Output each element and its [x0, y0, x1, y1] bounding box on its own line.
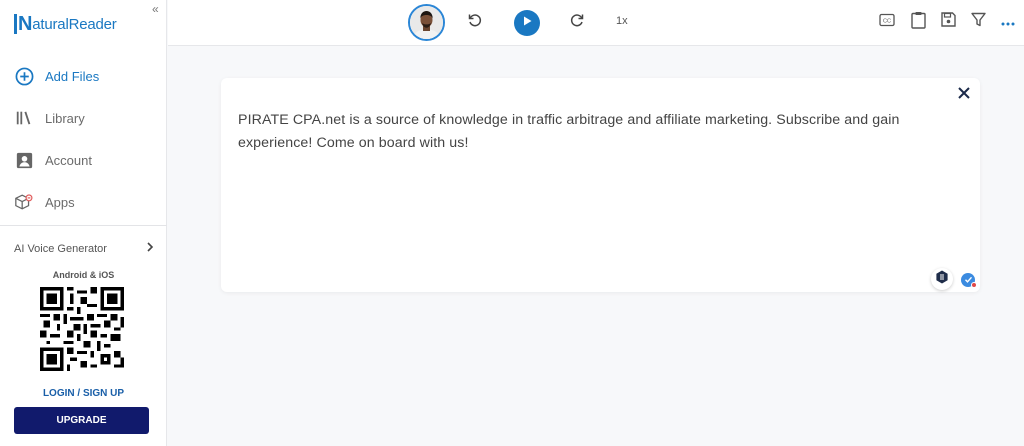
- platform-label: Android & iOS: [52, 270, 115, 280]
- sidebar-item-apps[interactable]: Apps: [0, 181, 167, 223]
- grammar-check-badge[interactable]: [961, 273, 977, 288]
- apps-icon: [14, 192, 34, 212]
- clipboard-icon: [910, 11, 926, 34]
- sidebar-item-add-files[interactable]: Add Files: [0, 55, 167, 97]
- sidebar-nav: Add Files Library Account Apps: [0, 55, 167, 223]
- svg-text:CC: CC: [883, 18, 891, 24]
- library-icon: [14, 108, 34, 128]
- captions-button[interactable]: CC: [876, 11, 898, 33]
- clipboard-button[interactable]: [907, 11, 929, 33]
- rewind-button[interactable]: [464, 11, 486, 33]
- sidebar: NaturalReader « Add Files Library Accoun…: [0, 0, 167, 446]
- notification-dot: [971, 282, 977, 288]
- sidebar-divider: [0, 225, 167, 226]
- sidebar-item-account[interactable]: Account: [0, 139, 167, 181]
- close-document-button[interactable]: [957, 86, 973, 102]
- upgrade-button[interactable]: UPGRADE: [14, 407, 149, 434]
- ai-voice-generator-label: AI Voice Generator: [14, 242, 107, 255]
- collapse-sidebar-button[interactable]: «: [152, 2, 159, 16]
- play-icon: [521, 14, 533, 32]
- filter-button[interactable]: [967, 11, 989, 33]
- add-circle-icon: [14, 66, 34, 86]
- rewind-icon: [467, 12, 483, 33]
- more-icon: [1001, 13, 1015, 31]
- forward-button[interactable]: [566, 11, 588, 33]
- document-card: PIRATE CPA.net is a source of knowledge …: [221, 78, 980, 292]
- hexagon-icon: [935, 270, 949, 289]
- app-logo[interactable]: NaturalReader: [14, 12, 117, 36]
- app-qr-code: [40, 287, 124, 371]
- chevron-right-icon: [146, 242, 154, 255]
- filter-icon: [970, 12, 986, 32]
- sidebar-item-library[interactable]: Library: [0, 97, 167, 139]
- close-icon: [957, 87, 971, 104]
- sidebar-item-label: Apps: [45, 194, 75, 210]
- app-root: NaturalReader « Add Files Library Accoun…: [0, 0, 1024, 446]
- logo-text: aturalReader: [32, 15, 117, 33]
- more-options-button[interactable]: [997, 11, 1019, 33]
- ai-voice-generator-link[interactable]: AI Voice Generator: [14, 242, 154, 255]
- player-toolbar: 1x CC: [168, 0, 1024, 46]
- sidebar-item-label: Library: [45, 110, 85, 126]
- speed-selector[interactable]: 1x: [616, 15, 628, 27]
- extension-badge[interactable]: [931, 268, 953, 290]
- save-button[interactable]: [937, 11, 959, 33]
- play-button[interactable]: [514, 10, 540, 36]
- document-text[interactable]: PIRATE CPA.net is a source of knowledge …: [238, 109, 958, 155]
- logo-letter: N: [14, 14, 32, 34]
- save-icon: [940, 12, 956, 32]
- sidebar-item-label: Account: [45, 152, 92, 168]
- login-signup-link[interactable]: LOGIN / SIGN UP: [0, 388, 167, 399]
- account-icon: [14, 150, 34, 170]
- caption-icon: CC: [879, 13, 895, 32]
- sidebar-item-label: Add Files: [45, 68, 100, 84]
- forward-icon: [569, 12, 585, 33]
- voice-avatar[interactable]: [408, 4, 445, 41]
